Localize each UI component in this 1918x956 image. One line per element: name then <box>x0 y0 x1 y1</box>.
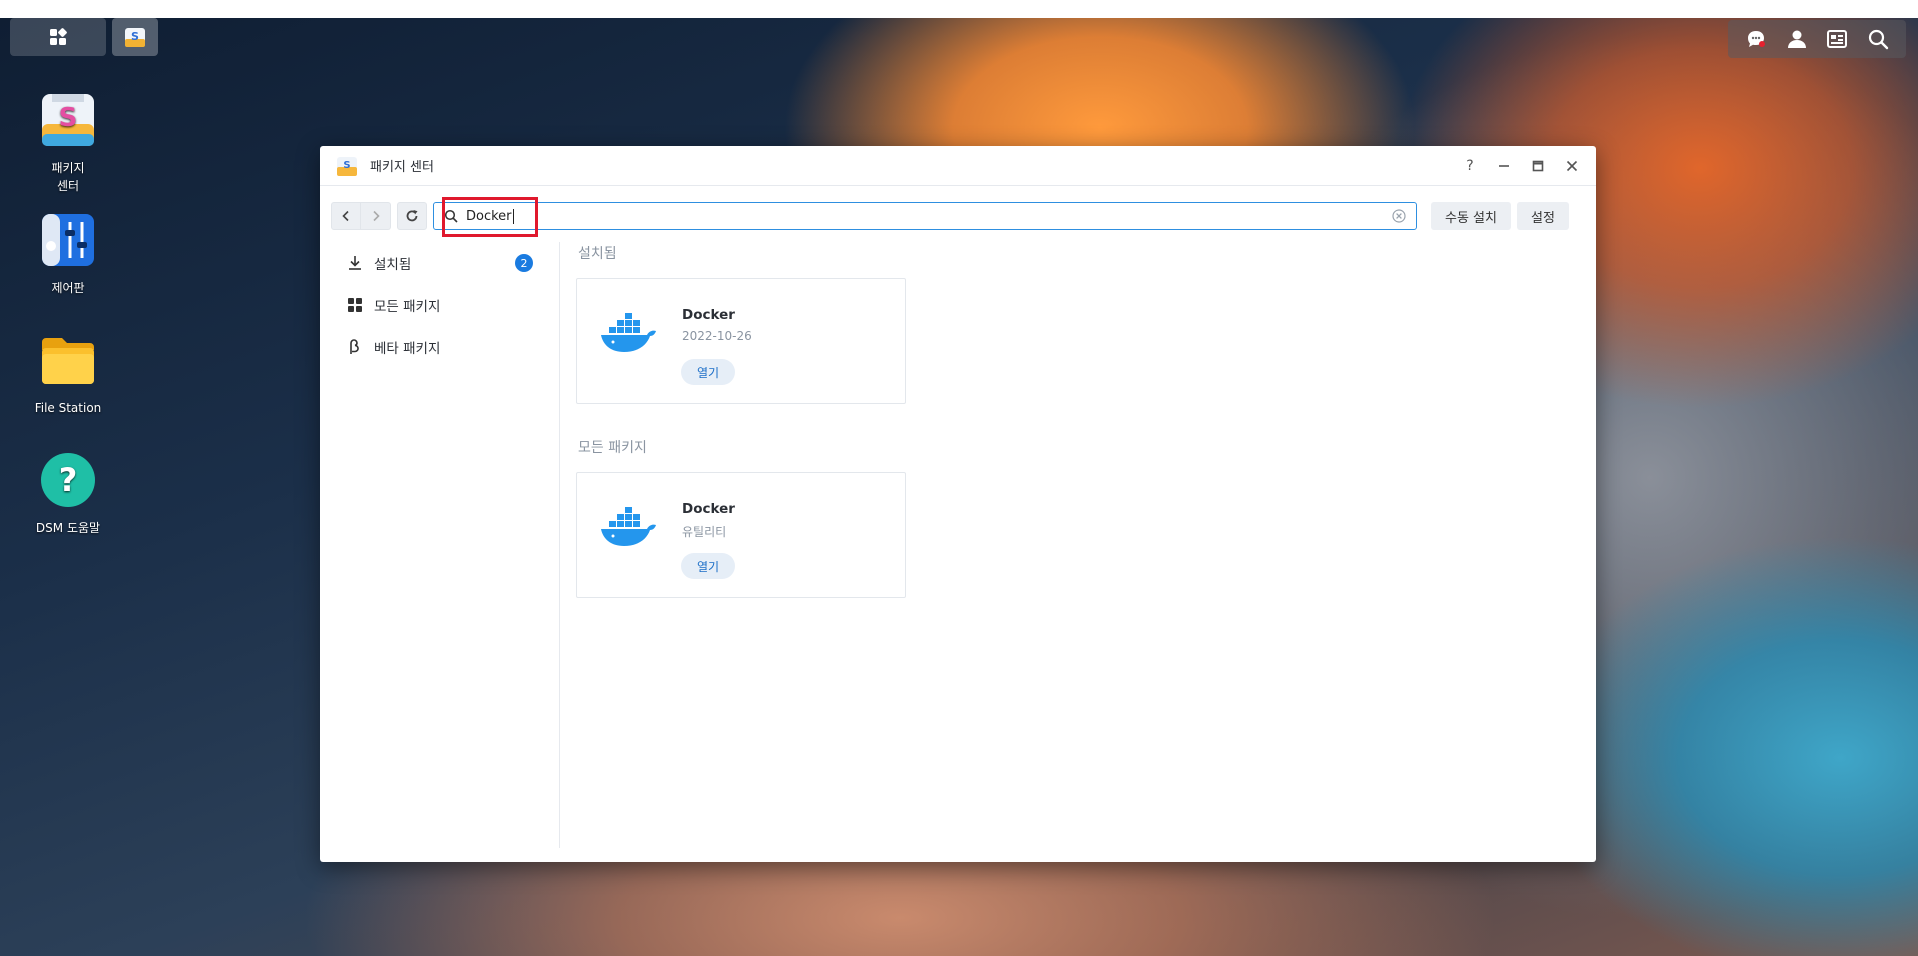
manual-install-button[interactable]: 수동 설치 <box>1431 202 1511 230</box>
grid-menu-icon <box>50 28 67 45</box>
window-controls: ? <box>1462 158 1580 174</box>
package-list: 설치됨 Docker 2022-10-26 열기 모든 패키지 Docker 유… <box>576 242 1596 848</box>
open-button[interactable]: 열기 <box>681 553 735 579</box>
widgets-icon <box>1827 30 1848 48</box>
user-icon <box>1787 30 1806 48</box>
download-icon <box>346 254 364 272</box>
notification-tray-button[interactable] <box>1743 26 1769 52</box>
sidebar-item-label: 모든 패키지 <box>374 299 441 315</box>
maximize-button[interactable] <box>1530 158 1546 174</box>
installed-count-badge: 2 <box>515 254 533 272</box>
widgets-button[interactable] <box>1824 26 1850 52</box>
desktop-icon-label: 패키지 센터 <box>51 161 85 193</box>
taskbar-package-center-button[interactable]: S <box>112 18 158 56</box>
chat-notification-icon <box>1748 31 1766 47</box>
docker-icon <box>597 303 659 365</box>
package-card-docker-installed[interactable]: Docker 2022-10-26 열기 <box>576 278 906 404</box>
back-button[interactable] <box>331 202 361 230</box>
taskbar-left: S <box>10 18 158 58</box>
package-center-icon: S <box>125 28 145 47</box>
chevron-left-icon <box>342 210 349 222</box>
docker-icon <box>597 497 659 559</box>
section-title-installed: 설치됨 <box>578 246 617 262</box>
svg-text:S: S <box>59 103 78 133</box>
global-search-button[interactable] <box>1865 26 1891 52</box>
chevron-right-icon <box>372 210 380 222</box>
svg-text:S: S <box>343 160 350 171</box>
minimize-icon <box>1499 164 1509 167</box>
search-highlight-box <box>442 197 538 237</box>
system-tray <box>1728 20 1906 58</box>
search-icon <box>1868 29 1888 50</box>
package-center-icon: S <box>42 94 94 146</box>
open-button[interactable]: 열기 <box>681 359 735 385</box>
search-input[interactable]: Docker <box>433 197 1417 237</box>
package-center-icon: S <box>337 156 357 176</box>
grid-icon <box>346 296 364 314</box>
toolbar: Docker 수동 설치 설정 <box>331 197 1578 237</box>
clear-search-icon[interactable] <box>1392 209 1406 223</box>
desktop-icon-file-station[interactable]: File Station <box>24 330 112 417</box>
refresh-button[interactable] <box>397 202 427 230</box>
section-title-all-packages: 모든 패키지 <box>578 440 647 456</box>
settings-button[interactable]: 설정 <box>1516 202 1569 230</box>
desktop-icon-dsm-help[interactable]: ? DSM 도움말 <box>24 450 112 537</box>
sidebar-item-label: 베타 패키지 <box>374 341 441 357</box>
package-date: 2022-10-26 <box>682 329 752 343</box>
desktop-icon-control-panel[interactable]: 제어판 <box>24 210 112 297</box>
minimize-button[interactable] <box>1496 158 1512 174</box>
package-name: Docker <box>682 501 735 517</box>
window-titlebar[interactable]: S 패키지 센터 ? <box>320 146 1596 186</box>
sidebar: 설치됨 2 모든 패키지 베타 패키지 <box>320 242 560 848</box>
control-panel-icon <box>42 214 94 266</box>
desktop-icon-package-center[interactable]: S 패키지 센터 <box>24 90 112 195</box>
folder-icon <box>42 338 94 384</box>
help-icon: ? <box>41 453 95 507</box>
package-center-window: S 패키지 센터 ? Docker 수동 설치 설정 설치됨 2 모든 패키지 … <box>320 146 1596 862</box>
desktop-icon-label: File Station <box>34 401 102 415</box>
refresh-icon <box>406 210 418 222</box>
sidebar-item-beta-packages[interactable]: 베타 패키지 <box>320 326 559 368</box>
svg-text:S: S <box>131 30 139 43</box>
window-title: 패키지 센터 <box>370 160 434 175</box>
package-category: 유틸리티 <box>682 525 727 539</box>
desktop-icon-label: 제어판 <box>51 281 85 295</box>
package-name: Docker <box>682 307 735 323</box>
top-strip <box>0 0 1918 18</box>
close-icon <box>1566 160 1578 171</box>
sidebar-item-label: 설치됨 <box>374 257 412 273</box>
svg-text:?: ? <box>59 461 78 499</box>
help-button[interactable]: ? <box>1462 158 1478 174</box>
sidebar-item-installed[interactable]: 설치됨 2 <box>320 242 559 284</box>
beta-icon <box>346 338 364 356</box>
main-menu-button[interactable] <box>10 18 106 56</box>
close-button[interactable] <box>1564 158 1580 174</box>
sidebar-item-all-packages[interactable]: 모든 패키지 <box>320 284 559 326</box>
maximize-icon <box>1532 160 1544 171</box>
forward-button[interactable] <box>361 202 391 230</box>
package-card-docker-all[interactable]: Docker 유틸리티 열기 <box>576 472 906 598</box>
desktop-icon-label: DSM 도움말 <box>35 521 101 535</box>
user-menu-button[interactable] <box>1784 26 1810 52</box>
